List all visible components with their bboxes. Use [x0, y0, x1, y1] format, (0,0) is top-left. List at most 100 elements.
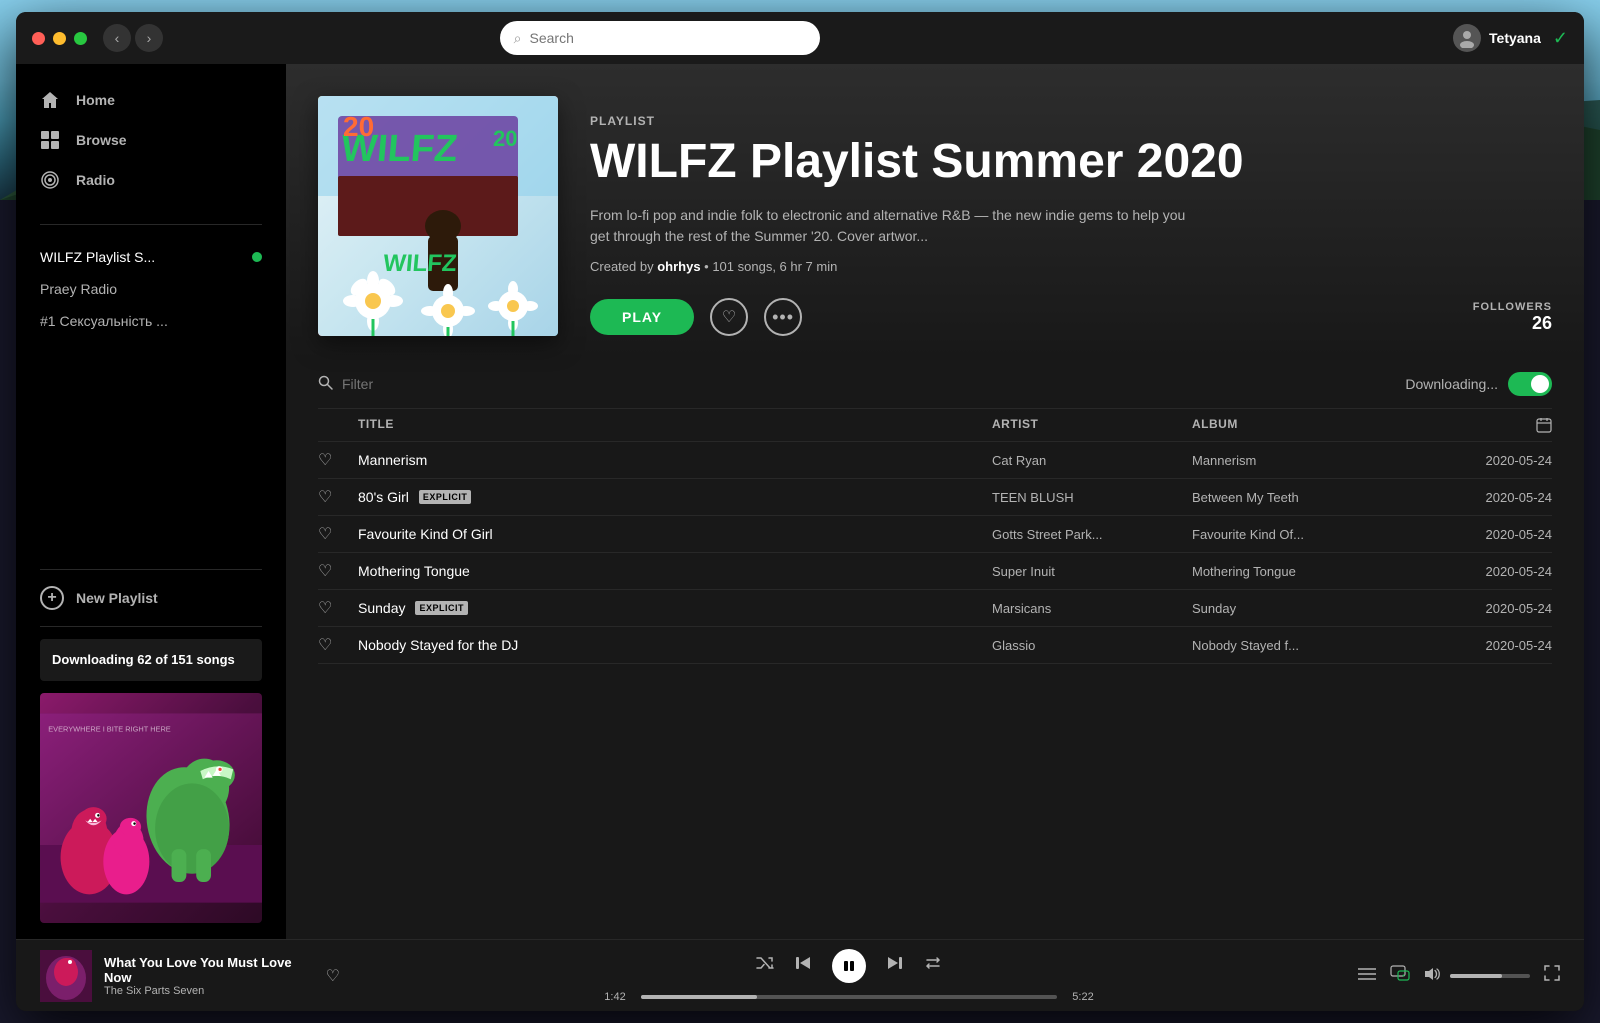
app-container: ‹ › ⌕ Tetyana ✓: [16, 12, 1584, 1011]
table-row[interactable]: ♡ Favourite Kind Of Girl Gotts Street Pa…: [318, 516, 1552, 553]
playlist-type-label: PLAYLIST: [590, 114, 1552, 128]
track-rows-container: ♡ Mannerism Cat Ryan Mannerism 2020-05-2…: [318, 442, 1552, 664]
user-info[interactable]: Tetyana: [1453, 24, 1541, 52]
table-row[interactable]: ♡ Sunday EXPLICIT Marsicans Sunday 2020-…: [318, 590, 1552, 627]
play-button[interactable]: PLAY: [590, 299, 694, 335]
track-album-4: Sunday: [1192, 601, 1432, 616]
like-button[interactable]: ♡: [710, 298, 748, 336]
nav-item-browse-label: Browse: [76, 132, 127, 148]
nav-item-home[interactable]: Home: [16, 80, 286, 120]
close-button[interactable]: [32, 32, 45, 45]
current-time: 1:42: [599, 991, 631, 1003]
track-heart-4[interactable]: ♡: [318, 598, 358, 618]
track-date-4: 2020-05-24: [1432, 601, 1552, 616]
total-time: 5:22: [1067, 991, 1099, 1003]
nav-item-browse[interactable]: Browse: [16, 120, 286, 160]
col-header-date: [1432, 417, 1552, 433]
minimize-button[interactable]: [53, 32, 66, 45]
repeat-button[interactable]: [924, 954, 942, 977]
nav-arrows: ‹ ›: [103, 24, 163, 52]
playlist-meta: Created by ohrhys • 101 songs, 6 hr 7 mi…: [590, 259, 1552, 274]
next-button[interactable]: [886, 954, 904, 977]
download-toggle-wrap: Downloading...: [1405, 372, 1552, 396]
track-artist-4: Marsicans: [992, 601, 1192, 616]
window-buttons: [32, 32, 87, 45]
track-title-2: Favourite Kind Of Girl: [358, 526, 992, 542]
table-row[interactable]: ♡ Nobody Stayed for the DJ Glassio Nobod…: [318, 627, 1552, 664]
track-artist-2: Gotts Street Park...: [992, 527, 1192, 542]
more-options-button[interactable]: •••: [764, 298, 802, 336]
sidebar-item-praey[interactable]: Praey Radio: [16, 273, 286, 305]
filter-row: Downloading...: [318, 360, 1552, 409]
home-icon: [40, 90, 60, 110]
previous-button[interactable]: [794, 954, 812, 977]
user-avatar: [1453, 24, 1481, 52]
track-heart-0[interactable]: ♡: [318, 450, 358, 470]
track-heart-2[interactable]: ♡: [318, 524, 358, 544]
shuffle-button[interactable]: [756, 954, 774, 977]
sidebar-item-wilfz[interactable]: WILFZ Playlist S...: [16, 241, 286, 273]
track-heart-3[interactable]: ♡: [318, 561, 358, 581]
back-button[interactable]: ‹: [103, 24, 131, 52]
progress-bar[interactable]: 1:42 5:22: [599, 991, 1099, 1003]
progress-fill: [641, 995, 757, 999]
track-date-1: 2020-05-24: [1432, 490, 1552, 505]
cover-art-svg: WILFZ 20 20: [318, 96, 558, 336]
maximize-button[interactable]: [74, 32, 87, 45]
search-input[interactable]: [530, 30, 806, 46]
followers-section: FOLLOWERS 26: [1473, 301, 1552, 334]
sidebar-item-sexy[interactable]: #1 Сексуальність ...: [16, 305, 286, 337]
sidebar-item-wilfz-label: WILFZ Playlist S...: [40, 249, 155, 265]
track-title-4: Sunday EXPLICIT: [358, 600, 992, 616]
svg-text:WILFZ: WILFZ: [382, 250, 458, 277]
radio-icon: [40, 170, 60, 190]
search-bar[interactable]: ⌕: [500, 21, 820, 55]
download-toggle[interactable]: [1508, 372, 1552, 396]
search-icon: ⌕: [514, 30, 522, 47]
track-artist-3: Super Inuit: [992, 564, 1192, 579]
volume-fill: [1450, 974, 1502, 978]
now-playing-info: What You Love You Must Love Now The Six …: [104, 955, 302, 997]
devices-button[interactable]: [1390, 965, 1410, 986]
heart-icon: ♡: [722, 307, 736, 327]
col-header-album: ALBUM: [1192, 417, 1432, 433]
now-playing-title: What You Love You Must Love Now: [104, 955, 302, 985]
table-row[interactable]: ♡ Mannerism Cat Ryan Mannerism 2020-05-2…: [318, 442, 1552, 479]
sidebar-album-art: EVERYWHERE I BITE RIGHT HERE: [40, 693, 262, 923]
track-heart-1[interactable]: ♡: [318, 487, 358, 507]
filter-input-wrap[interactable]: [318, 375, 542, 394]
track-album-1: Between My Teeth: [1192, 490, 1432, 505]
nav-item-radio[interactable]: Radio: [16, 160, 286, 200]
now-playing-cover: [40, 950, 92, 1002]
track-title-0: Mannerism: [358, 452, 992, 468]
filter-search-icon: [318, 375, 334, 394]
track-title-3: Mothering Tongue: [358, 563, 992, 579]
title-bar: ‹ › ⌕ Tetyana ✓: [16, 12, 1584, 64]
new-playlist-button[interactable]: + New Playlist: [40, 586, 262, 610]
nav-item-home-label: Home: [76, 92, 115, 108]
sidebar-divider-2: [40, 569, 262, 570]
sidebar-bottom: + New Playlist Downloading 62 of 151 son…: [16, 553, 286, 939]
table-row[interactable]: ♡ Mothering Tongue Super Inuit Mothering…: [318, 553, 1552, 590]
volume-control[interactable]: [1424, 965, 1530, 986]
filter-input[interactable]: [342, 376, 542, 392]
now-playing-heart-button[interactable]: ♡: [326, 966, 340, 986]
playlist-header: WILFZ 20 20: [286, 64, 1584, 360]
pause-button[interactable]: [832, 949, 866, 983]
playlist-title: WILFZ Playlist Summer 2020: [590, 136, 1552, 189]
fullscreen-button[interactable]: [1544, 965, 1560, 986]
track-heart-5[interactable]: ♡: [318, 635, 358, 655]
track-date-2: 2020-05-24: [1432, 527, 1552, 542]
table-row[interactable]: ♡ 80's Girl EXPLICIT TEEN BLUSH Between …: [318, 479, 1552, 516]
track-title-5: Nobody Stayed for the DJ: [358, 637, 992, 653]
track-date-3: 2020-05-24: [1432, 564, 1552, 579]
progress-track[interactable]: [641, 995, 1057, 999]
forward-button[interactable]: ›: [135, 24, 163, 52]
track-date-0: 2020-05-24: [1432, 453, 1552, 468]
player-controls: 1:42 5:22: [340, 949, 1358, 1003]
volume-bar[interactable]: [1450, 974, 1530, 978]
main-body: Home Browse Radio WILFZ: [16, 64, 1584, 939]
volume-button[interactable]: [1424, 965, 1442, 986]
queue-button[interactable]: [1358, 965, 1376, 986]
now-playing: What You Love You Must Love Now The Six …: [40, 950, 340, 1002]
